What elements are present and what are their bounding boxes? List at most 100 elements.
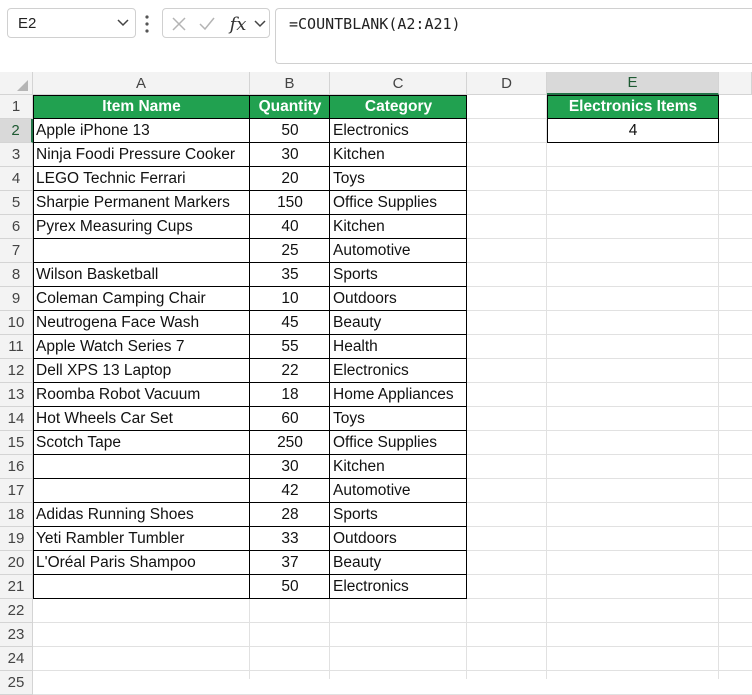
cell-item-name[interactable]: Hot Wheels Car Set bbox=[33, 407, 250, 431]
row-header[interactable]: 21 bbox=[0, 575, 33, 599]
row-header[interactable]: 7 bbox=[0, 239, 33, 263]
row-header[interactable]: 23 bbox=[0, 623, 33, 647]
cell-category[interactable]: Kitchen bbox=[330, 455, 467, 479]
cell-item-name[interactable]: Ninja Foodi Pressure Cooker bbox=[33, 143, 250, 167]
cell-quantity[interactable]: 33 bbox=[250, 527, 330, 551]
cell-quantity[interactable]: 25 bbox=[250, 239, 330, 263]
chevron-down-icon[interactable] bbox=[117, 18, 129, 28]
column-header-b[interactable]: B bbox=[250, 72, 330, 95]
cell-quantity[interactable]: 40 bbox=[250, 215, 330, 239]
row-header[interactable]: 10 bbox=[0, 311, 33, 335]
cell-category[interactable]: Outdoors bbox=[330, 287, 467, 311]
cell-item-name[interactable]: Wilson Basketball bbox=[33, 263, 250, 287]
column-header-d[interactable]: D bbox=[467, 72, 547, 95]
cell-category[interactable]: Beauty bbox=[330, 551, 467, 575]
cell-category[interactable]: Automotive bbox=[330, 239, 467, 263]
chevron-down-icon[interactable] bbox=[254, 19, 266, 29]
row-header[interactable]: 20 bbox=[0, 551, 33, 575]
cell-category[interactable]: Kitchen bbox=[330, 215, 467, 239]
column-header-extra[interactable] bbox=[719, 72, 752, 95]
insert-function-icon[interactable]: fx bbox=[225, 9, 251, 39]
cell-item-name[interactable] bbox=[33, 239, 250, 263]
cell-quantity[interactable]: 22 bbox=[250, 359, 330, 383]
cell-quantity[interactable]: 250 bbox=[250, 431, 330, 455]
formula-input[interactable]: =COUNTBLANK(A2:A21) bbox=[275, 8, 752, 64]
cell-item-name[interactable]: Pyrex Measuring Cups bbox=[33, 215, 250, 239]
column-header-a[interactable]: A bbox=[33, 72, 250, 95]
cell-quantity[interactable]: 42 bbox=[250, 479, 330, 503]
column-header-c[interactable]: C bbox=[330, 72, 467, 95]
cell-item-name[interactable]: Dell XPS 13 Laptop bbox=[33, 359, 250, 383]
cell-item-name[interactable] bbox=[33, 455, 250, 479]
cell-category[interactable]: Health bbox=[330, 335, 467, 359]
cell-category[interactable]: Automotive bbox=[330, 479, 467, 503]
cell-quantity[interactable]: 10 bbox=[250, 287, 330, 311]
cell-quantity[interactable]: 28 bbox=[250, 503, 330, 527]
row-header[interactable]: 16 bbox=[0, 455, 33, 479]
row-header[interactable]: 13 bbox=[0, 383, 33, 407]
cell-quantity[interactable]: 18 bbox=[250, 383, 330, 407]
cell-category[interactable]: Electronics bbox=[330, 575, 467, 599]
row-header[interactable]: 14 bbox=[0, 407, 33, 431]
row-header[interactable]: 5 bbox=[0, 191, 33, 215]
row-header[interactable]: 11 bbox=[0, 335, 33, 359]
column-header-e[interactable]: E bbox=[547, 72, 719, 95]
cell-item-name[interactable]: Adidas Running Shoes bbox=[33, 503, 250, 527]
cell-item-name[interactable]: Scotch Tape bbox=[33, 431, 250, 455]
cell-item-name[interactable]: Coleman Camping Chair bbox=[33, 287, 250, 311]
cell-quantity[interactable]: 50 bbox=[250, 575, 330, 599]
cell-item-name[interactable]: Apple iPhone 13 bbox=[33, 119, 250, 143]
header-category[interactable]: Category bbox=[330, 95, 467, 119]
cell-category[interactable]: Office Supplies bbox=[330, 191, 467, 215]
row-header[interactable]: 22 bbox=[0, 599, 33, 623]
cell-category[interactable]: Kitchen bbox=[330, 143, 467, 167]
row-header[interactable]: 2 bbox=[0, 119, 33, 143]
row-header[interactable]: 18 bbox=[0, 503, 33, 527]
cell-quantity[interactable]: 55 bbox=[250, 335, 330, 359]
row-header[interactable]: 3 bbox=[0, 143, 33, 167]
cell-item-name[interactable]: Neutrogena Face Wash bbox=[33, 311, 250, 335]
cell-item-name[interactable] bbox=[33, 479, 250, 503]
row-header[interactable]: 17 bbox=[0, 479, 33, 503]
cell-item-name[interactable]: LEGO Technic Ferrari bbox=[33, 167, 250, 191]
cell-category[interactable]: Beauty bbox=[330, 311, 467, 335]
more-options-icon[interactable] bbox=[144, 14, 150, 34]
cell-item-name[interactable]: Sharpie Permanent Markers bbox=[33, 191, 250, 215]
cell-item-name[interactable]: Apple Watch Series 7 bbox=[33, 335, 250, 359]
summary-value[interactable]: 4 bbox=[547, 119, 719, 143]
header-item-name[interactable]: Item Name bbox=[33, 95, 250, 119]
row-header[interactable]: 9 bbox=[0, 287, 33, 311]
name-box[interactable]: E2 bbox=[7, 8, 136, 38]
cell-category[interactable]: Sports bbox=[330, 263, 467, 287]
cancel-icon[interactable] bbox=[167, 9, 191, 39]
cell-quantity[interactable]: 37 bbox=[250, 551, 330, 575]
cell-quantity[interactable]: 45 bbox=[250, 311, 330, 335]
cell-item-name[interactable]: Yeti Rambler Tumbler bbox=[33, 527, 250, 551]
row-header[interactable]: 4 bbox=[0, 167, 33, 191]
row-header[interactable]: 12 bbox=[0, 359, 33, 383]
row-header[interactable]: 1 bbox=[0, 95, 33, 119]
cell-category[interactable]: Outdoors bbox=[330, 527, 467, 551]
cell-item-name[interactable] bbox=[33, 575, 250, 599]
row-header[interactable]: 8 bbox=[0, 263, 33, 287]
cell-quantity[interactable]: 30 bbox=[250, 143, 330, 167]
cell-category[interactable]: Office Supplies bbox=[330, 431, 467, 455]
cell-category[interactable]: Toys bbox=[330, 407, 467, 431]
enter-check-icon[interactable] bbox=[195, 9, 219, 39]
row-header[interactable]: 6 bbox=[0, 215, 33, 239]
summary-header[interactable]: Electronics Items bbox=[547, 95, 719, 119]
cell-quantity[interactable]: 150 bbox=[250, 191, 330, 215]
cell-category[interactable]: Electronics bbox=[330, 359, 467, 383]
select-all-corner[interactable] bbox=[0, 72, 33, 95]
cell-quantity[interactable]: 30 bbox=[250, 455, 330, 479]
row-header[interactable]: 15 bbox=[0, 431, 33, 455]
cell-item-name[interactable]: L'Oréal Paris Shampoo bbox=[33, 551, 250, 575]
cell-quantity[interactable]: 20 bbox=[250, 167, 330, 191]
cell-quantity[interactable]: 60 bbox=[250, 407, 330, 431]
cell-category[interactable]: Electronics bbox=[330, 119, 467, 143]
cell-quantity[interactable]: 50 bbox=[250, 119, 330, 143]
cell-quantity[interactable]: 35 bbox=[250, 263, 330, 287]
spreadsheet-grid[interactable]: A B C D E 1 2 3 4 5 6 7 8 9 10 11 12 13 14 15 16 17 18 19 20 21 22… bbox=[0, 72, 752, 695]
row-header[interactable]: 25 bbox=[0, 671, 33, 695]
cell-category[interactable]: Toys bbox=[330, 167, 467, 191]
